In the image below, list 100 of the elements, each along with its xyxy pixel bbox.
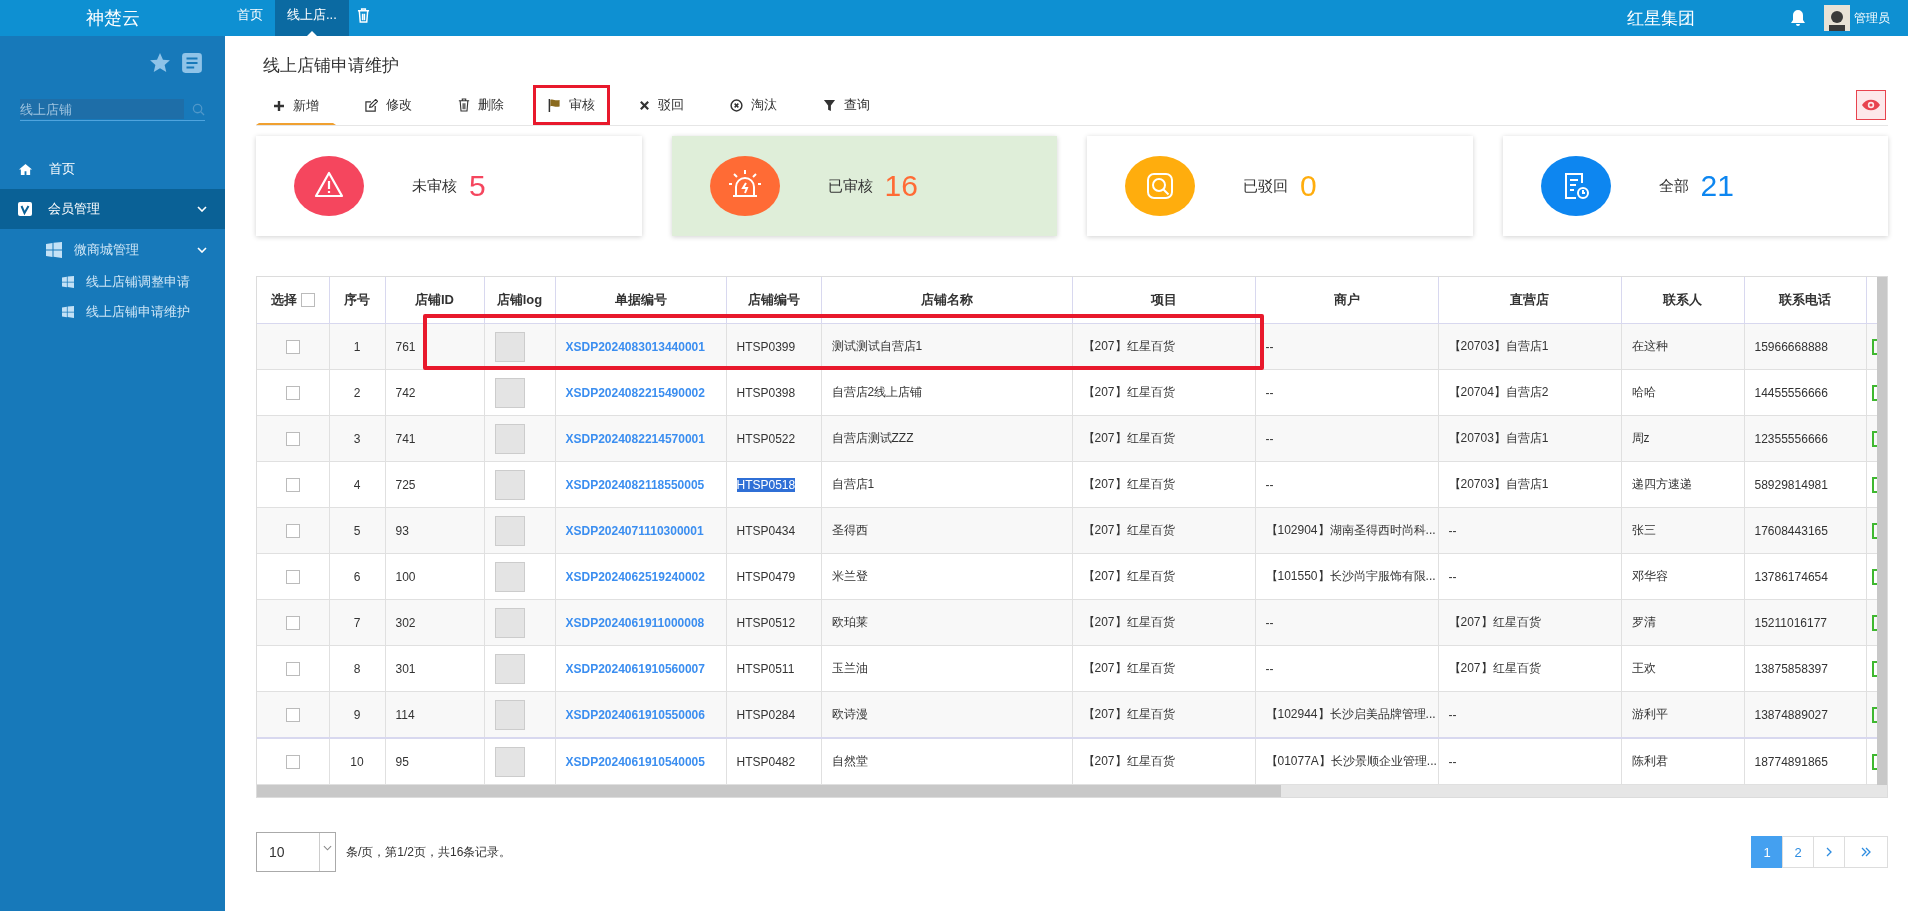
table-cell: 【102944】长沙启美品牌管理... — [1255, 691, 1438, 738]
table-cell: 5 — [329, 507, 385, 554]
row-checkbox[interactable] — [285, 339, 300, 354]
table-cell: 圣得西 — [821, 507, 1072, 554]
logo-placeholder — [494, 331, 525, 362]
table-cell: 1 — [329, 323, 385, 370]
table-cell: 【207】红星百货 — [1072, 645, 1255, 692]
table-cell: 7 — [329, 599, 385, 646]
stat-card[interactable]: 已审核 16 — [671, 136, 1057, 236]
column-header: 店铺log — [484, 277, 555, 324]
logo-placeholder — [494, 746, 525, 777]
table-cell: 17608443165 — [1744, 507, 1866, 554]
table-cell: 哈哈 — [1621, 369, 1744, 416]
logo-placeholder — [494, 423, 525, 454]
table-cell: 725 — [385, 461, 484, 508]
horizontal-scrollbar[interactable] — [257, 785, 1887, 797]
toolbar-button[interactable]: 淘汰 — [713, 85, 794, 125]
row-checkbox[interactable] — [285, 385, 300, 400]
stat-card[interactable]: 全部 21 — [1502, 136, 1888, 236]
top-tab[interactable]: 首页 — [225, 0, 275, 36]
toolbar-button[interactable]: 审核 — [533, 85, 610, 125]
avatar-icon[interactable] — [1824, 5, 1850, 31]
sidebar-item[interactable]: 线上店铺调整申请 — [0, 267, 225, 297]
table-cell: 邓华容 — [1621, 553, 1744, 600]
stat-card[interactable]: 已驳回 0 — [1087, 136, 1473, 236]
table-cell: 【207】红星百货 — [1072, 415, 1255, 462]
last-page-button[interactable] — [1844, 836, 1888, 868]
table-cell: 递四方速递 — [1621, 461, 1744, 508]
page-title: 线上店铺申请维护 — [263, 55, 400, 77]
row-checkbox[interactable] — [285, 523, 300, 538]
bell-icon[interactable] — [1790, 9, 1806, 27]
table-cell: -- — [1438, 553, 1621, 600]
row-checkbox[interactable] — [285, 661, 300, 676]
windows-icon — [62, 306, 74, 318]
table-cell: 13875858397 — [1744, 645, 1866, 692]
double-chevron-right-icon — [1861, 847, 1871, 857]
toolbar-button[interactable]: 驳回 — [622, 85, 701, 125]
table-cell: 14455556666 — [1744, 369, 1866, 416]
windows-icon — [62, 276, 74, 288]
table-cell: -- — [1255, 369, 1438, 416]
logo-placeholder — [494, 561, 525, 592]
toolbar-button[interactable]: 修改 — [348, 85, 429, 125]
row-checkbox[interactable] — [285, 569, 300, 584]
table-cell: 742 — [385, 369, 484, 416]
pagination-summary: 条/页，第1/2页，共16条记录。 — [346, 843, 512, 861]
table-cell: 741 — [385, 415, 484, 462]
list-icon[interactable] — [181, 52, 203, 74]
page-size-select[interactable]: 10 — [256, 832, 336, 872]
sidebar-item[interactable]: 首页 — [0, 149, 225, 189]
select-all-checkbox[interactable] — [300, 293, 315, 307]
table-cell: -- — [1438, 691, 1621, 738]
view-toggle-button[interactable] — [1856, 90, 1886, 120]
sidebar-item[interactable]: 微商城管理 — [0, 233, 225, 267]
trash-icon — [458, 98, 470, 112]
table-cell: 8 — [329, 645, 385, 692]
top-tab[interactable]: 线上店... — [275, 0, 349, 36]
table-cell: 【207】红星百货 — [1438, 599, 1621, 646]
table-cell: 玉兰油 — [821, 645, 1072, 692]
logo-placeholder — [494, 377, 525, 408]
page-button[interactable]: 2 — [1782, 836, 1814, 868]
funnel-icon — [823, 98, 836, 112]
table-cell: 米兰登 — [821, 553, 1072, 600]
table-cell: -- — [1255, 599, 1438, 646]
table-cell: 12355556666 — [1744, 415, 1866, 462]
stat-label: 已驳回 — [1243, 176, 1288, 196]
row-checkbox[interactable] — [285, 477, 300, 492]
star-icon[interactable] — [149, 52, 171, 74]
table-cell: 58929814981 — [1744, 461, 1866, 508]
search-icon[interactable] — [192, 102, 205, 116]
toolbar-button[interactable]: 删除 — [441, 85, 521, 125]
circle-x-icon — [730, 98, 743, 112]
sidebar-item[interactable]: 线上店铺申请维护 — [0, 297, 225, 327]
table-cell: HTSP0399 — [736, 339, 796, 354]
table-cell: 6 — [329, 553, 385, 600]
table-cell: 【207】红星百货 — [1072, 599, 1255, 646]
column-header-text: 选择 — [270, 291, 297, 309]
toolbar-button[interactable]: 查询 — [806, 85, 887, 125]
vertical-scrollbar[interactable] — [1877, 277, 1887, 785]
table-cell: 【207】红星百货 — [1072, 461, 1255, 508]
stat-count: 21 — [1700, 169, 1734, 203]
page-button[interactable]: 1 — [1751, 836, 1783, 868]
table-cell: 100 — [385, 553, 484, 600]
user-name[interactable]: 管理员 — [1854, 9, 1890, 27]
row-checkbox[interactable] — [285, 431, 300, 446]
table-cell: -- — [1255, 645, 1438, 692]
next-page-button[interactable] — [1813, 836, 1845, 868]
stat-card[interactable]: 未审核 5 — [256, 136, 642, 236]
table-cell: 【207】红星百货 — [1072, 369, 1255, 416]
table-cell: HTSP0522 — [736, 431, 796, 446]
logo-placeholder — [494, 469, 525, 500]
trash-icon[interactable] — [356, 7, 370, 23]
edit-icon — [365, 98, 378, 112]
stat-label: 全部 — [1658, 176, 1689, 196]
row-checkbox[interactable] — [285, 707, 300, 722]
toolbar-button[interactable]: 新增 — [256, 85, 336, 125]
table-cell: 自营店2线上店铺 — [821, 369, 1072, 416]
row-checkbox[interactable] — [285, 754, 300, 769]
row-checkbox[interactable] — [285, 615, 300, 630]
logo-placeholder — [494, 653, 525, 684]
sidebar-item[interactable]: 会员管理 — [0, 189, 225, 229]
